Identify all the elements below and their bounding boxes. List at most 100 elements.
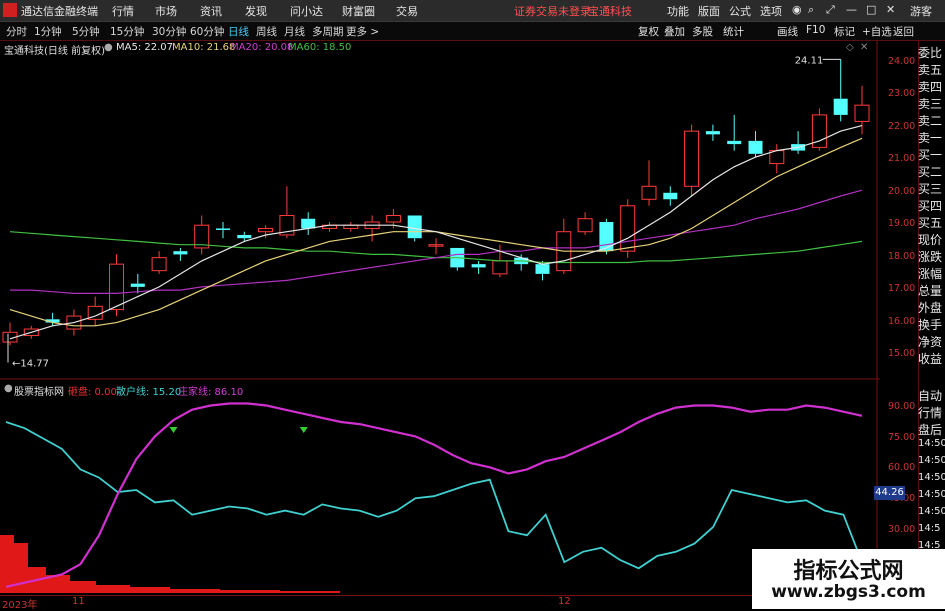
candle (450, 247, 465, 271)
quote-field-label: 涨幅 (918, 267, 943, 281)
candle (151, 251, 167, 274)
tick-detail-label[interactable]: 自动 (918, 387, 945, 404)
close-icon[interactable]: ✕ (886, 3, 895, 16)
tool-duogu[interactable]: 多股 (692, 24, 713, 39)
candle (216, 221, 230, 239)
price-axis-tick: 19.00 (888, 218, 916, 230)
candle (87, 296, 103, 326)
ma5-line (9, 125, 863, 340)
period-1min[interactable]: 1分钟 (34, 24, 62, 39)
tool-biaoji[interactable]: 标记 (834, 24, 855, 39)
price-axis-tick: 23.00 (888, 88, 916, 100)
xaxis-label-12: 12 (558, 596, 571, 607)
watermark-url: www.zbgs3.com (771, 582, 926, 602)
login-notice[interactable]: 证券交易未登录 (514, 3, 591, 19)
price-axis-tick: 22.00 (888, 120, 916, 132)
candle (769, 144, 785, 174)
tick-detail-label: 14:50 (918, 489, 945, 500)
menu-item-hangqing[interactable]: 行情 (112, 3, 134, 19)
candle (194, 215, 210, 255)
quote-field-label: 外盘 (918, 301, 943, 315)
app-title: 通达信金融终端 (21, 5, 98, 18)
candle (428, 238, 444, 255)
menu-item-xuanxiang[interactable]: 选项 (760, 3, 782, 19)
period-more[interactable]: 更多 > (346, 24, 379, 39)
tool-fuquan[interactable]: 复权 (638, 24, 659, 39)
zapan-bar (280, 591, 340, 593)
quote-field-label: 卖五 (918, 63, 943, 77)
buy-signal-icon (169, 427, 178, 433)
period-daily[interactable]: 日线 (228, 24, 249, 39)
menu-item-jiaoyi[interactable]: 交易 (396, 3, 418, 19)
period-60min[interactable]: 60分钟 (190, 24, 224, 39)
price-axis-tick: 18.00 (888, 250, 916, 262)
indicator-axis-tick: 75.00 (888, 431, 916, 443)
minimize-icon[interactable]: — (846, 3, 857, 16)
low-price-label: ←14.77 (12, 358, 49, 369)
xaxis-label-11: 11 (72, 596, 85, 607)
price-axis-tick: 15.00 (888, 348, 916, 359)
menu-item-caifuquan[interactable]: 财富圈 (342, 3, 375, 19)
quote-field-label: 涨跌 (918, 250, 943, 264)
candle (641, 160, 657, 206)
menu-item-faxian[interactable]: 发现 (245, 3, 267, 19)
indicator-chart[interactable] (0, 381, 880, 595)
quote-field-label: 买二 (918, 165, 943, 179)
tool-fanhui[interactable]: 返回 (893, 24, 914, 39)
candle (727, 114, 742, 151)
menu-item-shichang[interactable]: 市场 (155, 3, 177, 19)
tick-detail-label[interactable]: 行情 (918, 404, 945, 421)
candle (811, 108, 827, 151)
candle (684, 124, 700, 197)
quote-field-label: 卖四 (918, 80, 943, 94)
tool-f10[interactable]: F10 (806, 24, 825, 36)
kline-chart[interactable]: 24.11 ←14.77 (0, 41, 880, 381)
menu-item-zixun[interactable]: 资讯 (200, 3, 222, 19)
zapan-bar (0, 535, 14, 593)
tick-detail-label: 14:5 (918, 523, 941, 534)
menu-item-gongshi[interactable]: 公式 (729, 3, 751, 19)
watermark-title: 指标公式网 (793, 559, 904, 584)
quote-field-label: 委比 (918, 46, 943, 60)
maximize-icon[interactable]: □ (866, 3, 876, 16)
zapan-bar (170, 589, 220, 593)
search-icon[interactable]: ⌕ (808, 3, 814, 17)
zhuang-line (5, 402, 863, 588)
high-price-label: 24.11 (795, 55, 824, 66)
period-5min[interactable]: 5分钟 (72, 24, 100, 39)
quote-field-label: 换手 (918, 318, 943, 332)
user-icon[interactable]: ◉ (792, 3, 802, 16)
menu-item-gongneng[interactable]: 功能 (667, 3, 689, 19)
price-axis-tick: 21.00 (888, 153, 916, 165)
candle (705, 124, 720, 141)
period-fenshi[interactable]: 分时 (6, 24, 27, 39)
indicator-axis-tick: 90.00 (888, 400, 916, 412)
period-monthly[interactable]: 月线 (284, 24, 305, 39)
candle (2, 322, 18, 346)
candle (364, 215, 380, 242)
menu-item-wenxiaoda[interactable]: 问小达 (290, 3, 323, 19)
tool-diejia[interactable]: 叠加 (664, 24, 685, 39)
x-axis (0, 595, 880, 610)
tool-tongji[interactable]: 统计 (723, 24, 744, 39)
period-15min[interactable]: 15分钟 (110, 24, 144, 39)
tool-huaxian[interactable]: 画线 (777, 24, 798, 39)
current-stock-name: 宝通科技 (588, 5, 632, 18)
buy-signal-icon (299, 427, 308, 433)
guest-label[interactable]: 游客 (910, 3, 932, 19)
quote-field-label: 总量 (918, 284, 943, 298)
period-toolbar: 分时 1分钟 5分钟 15分钟 30分钟 60分钟 日线 周线 月线 多周期 更… (0, 22, 945, 41)
price-axis-tick: 20.00 (888, 185, 916, 197)
candle (322, 221, 337, 232)
quote-field-label: 收益 (918, 352, 943, 366)
period-30min[interactable]: 30分钟 (152, 24, 186, 39)
quote-field-label: 现价 (918, 233, 943, 247)
period-multi[interactable]: 多周期 (312, 24, 344, 39)
indicator-axis-tick: 60.00 (888, 462, 916, 474)
app-logo-icon (3, 3, 17, 17)
tick-detail-label[interactable]: 盘后 (918, 421, 945, 438)
tool-zixuan[interactable]: +自选 (862, 24, 892, 39)
menu-item-banmian[interactable]: 版面 (698, 3, 720, 19)
expand-icon[interactable]: ⤢ (826, 3, 835, 17)
period-weekly[interactable]: 周线 (256, 24, 277, 39)
